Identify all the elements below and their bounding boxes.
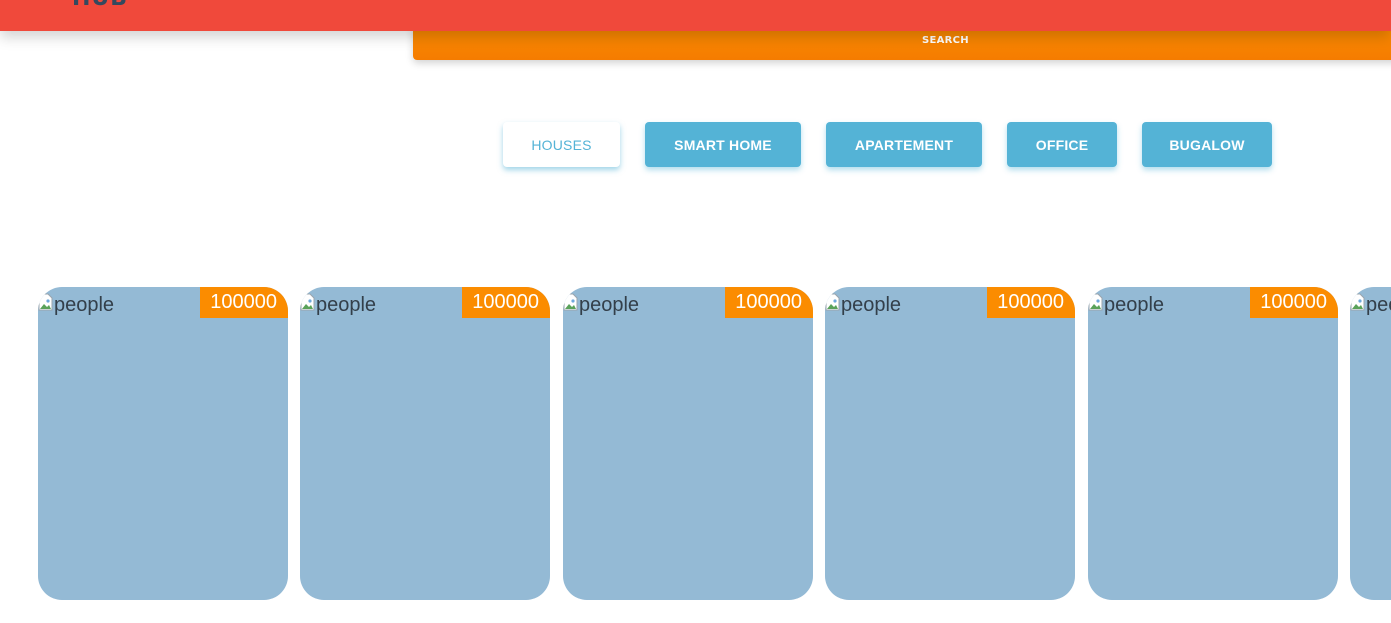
property-card[interactable]: people 100000 <box>300 287 550 600</box>
property-image: people <box>1350 293 1391 317</box>
filter-apartement-button[interactable]: APARTEMENT <box>826 122 982 167</box>
price-badge: 100000 <box>462 287 550 318</box>
property-image-alt-text: people <box>841 294 902 316</box>
property-image: people <box>1088 293 1164 317</box>
property-card[interactable]: people 100000 <box>1350 287 1391 600</box>
brand-logo-text[interactable]: HUB <box>72 0 128 10</box>
broken-image-icon <box>300 293 316 311</box>
page: HUB SEARCH HOUSES SMART HOME APARTEMENT … <box>0 0 1391 623</box>
property-card[interactable]: people 100000 <box>38 287 288 600</box>
property-image: people <box>38 293 114 317</box>
property-image: people <box>825 293 901 317</box>
broken-image-icon <box>1350 293 1366 311</box>
price-badge: 100000 <box>987 287 1075 318</box>
property-image: people <box>300 293 376 317</box>
property-card-list: people 100000 people 100000 people 10000… <box>0 287 1391 600</box>
broken-image-icon <box>38 293 54 311</box>
filter-office-button[interactable]: OFFICE <box>1007 122 1117 167</box>
top-navbar: HUB <box>0 0 1391 31</box>
price-badge: 100000 <box>200 287 288 318</box>
price-badge: 100000 <box>1250 287 1338 318</box>
category-filters: HOUSES SMART HOME APARTEMENT OFFICE BUGA… <box>0 122 1391 168</box>
property-image-alt-text: people <box>54 294 115 316</box>
property-image: people <box>563 293 639 317</box>
filter-bugalow-button[interactable]: BUGALOW <box>1142 122 1272 167</box>
property-image-alt-text: people <box>1104 294 1165 316</box>
property-card[interactable]: people 100000 <box>1088 287 1338 600</box>
broken-image-icon <box>563 293 579 311</box>
property-image-alt-text: people <box>1366 294 1391 316</box>
property-card[interactable]: people 100000 <box>563 287 813 600</box>
filter-houses-button[interactable]: HOUSES <box>503 122 620 167</box>
search-button-label: SEARCH <box>922 35 969 46</box>
broken-image-icon <box>1088 293 1104 311</box>
price-badge: 100000 <box>725 287 813 318</box>
property-image-alt-text: people <box>579 294 640 316</box>
filter-smart-home-button[interactable]: SMART HOME <box>645 122 801 167</box>
broken-image-icon <box>825 293 841 311</box>
property-image-alt-text: people <box>316 294 377 316</box>
property-card[interactable]: people 100000 <box>825 287 1075 600</box>
